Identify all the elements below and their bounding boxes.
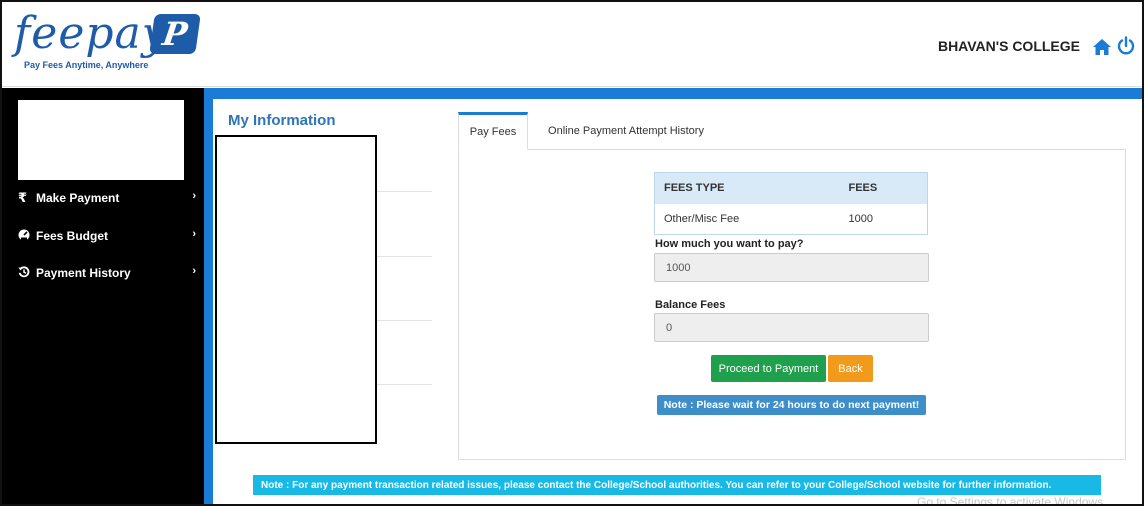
footer-note: Note : For any payment transaction relat… [253, 475, 1101, 495]
sidebar-item-label: Fees Budget [36, 229, 109, 243]
divider [377, 384, 432, 385]
chevron-right-icon: › [192, 228, 196, 240]
sidebar-item-payment-history[interactable]: Payment History › [2, 258, 204, 288]
logo-tagline: Pay Fees Anytime, Anywhere [24, 60, 149, 70]
fees-type-cell: Other/Misc Fee [664, 212, 740, 225]
gauge-icon [18, 229, 36, 243]
rupee-icon: ₹ [18, 190, 28, 205]
app-frame: feepayr P Pay Fees Anytime, Anywhere BHA… [0, 0, 1144, 506]
tab-pay-fees[interactable]: Pay Fees [458, 112, 528, 150]
table-row: Other/Misc Fee 1000 [655, 204, 928, 235]
profile-image [18, 100, 184, 180]
chevron-right-icon: › [192, 190, 196, 202]
college-name: BHAVAN'S COLLEGE [937, 38, 1080, 54]
wait-note: Note : Please wait for 24 hours to do ne… [657, 395, 926, 415]
divider [377, 191, 432, 192]
divider [377, 320, 432, 321]
logo-badge-icon: P [149, 14, 201, 54]
power-icon[interactable] [1116, 36, 1136, 56]
sidebar-item-make-payment[interactable]: ₹ Make Payment › [2, 183, 204, 213]
info-box [215, 135, 377, 444]
table-header-row: FEES TYPE FEES [654, 172, 928, 204]
header: feepayr P Pay Fees Anytime, Anywhere BHA… [2, 2, 1142, 87]
column-header-fees: FEES [839, 172, 928, 204]
sidebar-item-label: Make Payment [36, 191, 120, 205]
fees-table: FEES TYPE FEES Other/Misc Fee 1000 [654, 172, 928, 235]
fees-amount-cell: 1000 [848, 212, 873, 225]
sidebar: ₹ Make Payment › Fees Budget › Payment H… [2, 88, 204, 504]
sidebar-item-fees-budget[interactable]: Fees Budget › [2, 221, 204, 251]
home-icon[interactable] [1092, 38, 1112, 56]
os-watermark: Go to Settings to activate Windows. [917, 495, 1107, 506]
proceed-to-payment-button[interactable]: Proceed to Payment [711, 355, 826, 382]
tab-online-payment-attempt-history[interactable]: Online Payment Attempt History [532, 112, 720, 150]
balance-fees-field: 0 [654, 313, 929, 342]
back-button[interactable]: Back [828, 355, 873, 382]
divider [377, 256, 432, 257]
logo[interactable]: feepayr P Pay Fees Anytime, Anywhere [14, 12, 201, 70]
history-icon [18, 265, 36, 281]
pay-amount-input[interactable]: 1000 [654, 253, 929, 282]
pay-amount-label: How much you want to pay? [655, 238, 804, 250]
section-title: My Information [228, 112, 336, 129]
chevron-right-icon: › [192, 265, 196, 277]
balance-fees-label: Balance Fees [655, 299, 726, 311]
sidebar-item-label: Payment History [36, 266, 131, 280]
column-header-fees-type: FEES TYPE [654, 172, 840, 204]
